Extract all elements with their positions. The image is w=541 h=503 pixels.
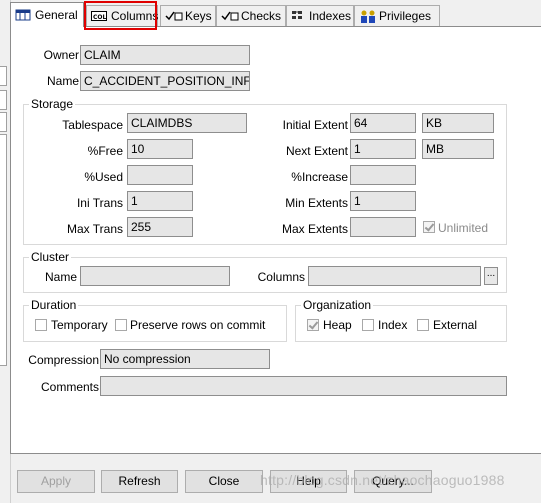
external-label: External xyxy=(433,318,478,332)
tab-general[interactable]: General xyxy=(10,2,84,27)
preserve-rows-label: Preserve rows on commit xyxy=(130,318,266,332)
owner-field[interactable]: CLAIM xyxy=(80,45,250,65)
ini-trans-field[interactable]: 1 xyxy=(127,191,193,211)
tab-indexes[interactable]: Indexes xyxy=(286,5,354,26)
tab-general-label: General xyxy=(35,8,78,22)
organization-title: Organization xyxy=(301,298,374,312)
close-button-label: Close xyxy=(208,474,240,488)
compression-label: Compression xyxy=(28,353,99,367)
tab-checks-label: Checks xyxy=(241,9,282,23)
index-icon xyxy=(291,10,305,22)
left-panel-field xyxy=(0,112,7,132)
tablespace-field[interactable]: CLAIMDBS xyxy=(127,113,247,133)
heap-radio[interactable] xyxy=(307,319,319,331)
comments-field[interactable] xyxy=(100,376,507,396)
cluster-columns-label: Columns xyxy=(257,270,305,284)
cluster-columns-field[interactable] xyxy=(308,266,481,286)
tab-privileges[interactable]: Privileges xyxy=(354,5,440,26)
apply-button-label: Apply xyxy=(40,474,72,488)
cluster-name-label: Name xyxy=(44,270,77,284)
table-icon xyxy=(15,9,31,21)
storage-title: Storage xyxy=(29,97,76,111)
preserve-rows-checkbox[interactable] xyxy=(115,319,127,331)
duration-title: Duration xyxy=(29,298,79,312)
apply-button[interactable]: Apply xyxy=(17,470,95,493)
users-icon xyxy=(359,10,375,23)
initial-extent-label: Initial Extent xyxy=(282,118,348,132)
next-extent-label: Next Extent xyxy=(285,144,348,158)
unlimited-label: Unlimited xyxy=(438,221,489,235)
tab-checks[interactable]: Checks xyxy=(216,5,286,26)
close-button[interactable]: Close xyxy=(185,470,263,493)
cluster-name-field[interactable] xyxy=(80,266,230,286)
general-panel: Owner CLAIM Name C_ACCIDENT_POSITION_INF… xyxy=(10,26,541,454)
increase-field[interactable] xyxy=(350,165,416,185)
cluster-columns-browse-button[interactable]: ... xyxy=(484,267,498,285)
compression-select[interactable]: No compression xyxy=(100,349,270,369)
max-trans-field[interactable]: 255 xyxy=(127,217,193,237)
watermark: http://blog.csdn.net/zhaochaoguo1988 xyxy=(260,472,505,488)
name-label: Name xyxy=(46,74,79,88)
tab-privileges-label: Privileges xyxy=(379,9,432,23)
min-extents-field[interactable]: 1 xyxy=(350,191,416,211)
used-field[interactable] xyxy=(127,165,193,185)
used-label: %Used xyxy=(84,170,123,184)
owner-label: Owner xyxy=(43,48,79,62)
heap-label: Heap xyxy=(323,318,352,332)
ini-trans-label: Ini Trans xyxy=(76,196,123,210)
left-panel-list xyxy=(0,134,7,366)
tablespace-label: Tablespace xyxy=(62,118,123,132)
temporary-checkbox[interactable] xyxy=(35,319,47,331)
max-extents-field[interactable] xyxy=(350,217,416,237)
check-icon xyxy=(221,10,239,22)
next-extent-unit[interactable]: MB xyxy=(422,139,494,159)
free-field[interactable]: 10 xyxy=(127,139,193,159)
left-panel-field xyxy=(0,90,7,110)
index-label: Index xyxy=(378,318,408,332)
initial-extent-field[interactable]: 64 xyxy=(350,113,416,133)
cluster-title: Cluster xyxy=(29,250,72,264)
initial-extent-unit[interactable]: KB xyxy=(422,113,494,133)
refresh-button-label: Refresh xyxy=(118,474,161,488)
max-extents-label: Max Extents xyxy=(281,222,348,236)
left-panel-field xyxy=(0,66,7,86)
tab-indexes-label: Indexes xyxy=(309,9,352,23)
increase-label: %Increase xyxy=(291,170,348,184)
index-radio[interactable] xyxy=(362,319,374,331)
columns-tab-highlight xyxy=(84,1,157,30)
temporary-label: Temporary xyxy=(51,318,108,332)
min-extents-label: Min Extents xyxy=(285,196,348,210)
free-label: %Free xyxy=(87,144,123,158)
unlimited-checkbox[interactable] xyxy=(423,221,435,233)
max-trans-label: Max Trans xyxy=(66,222,123,236)
tab-keys[interactable]: Keys xyxy=(160,5,216,26)
key-check-icon xyxy=(165,10,183,22)
tab-keys-label: Keys xyxy=(185,9,212,23)
comments-label: Comments xyxy=(40,380,99,394)
name-field[interactable]: C_ACCIDENT_POSITION_INFO xyxy=(80,71,250,91)
next-extent-field[interactable]: 1 xyxy=(350,139,416,159)
external-radio[interactable] xyxy=(417,319,429,331)
refresh-button[interactable]: Refresh xyxy=(101,470,178,493)
